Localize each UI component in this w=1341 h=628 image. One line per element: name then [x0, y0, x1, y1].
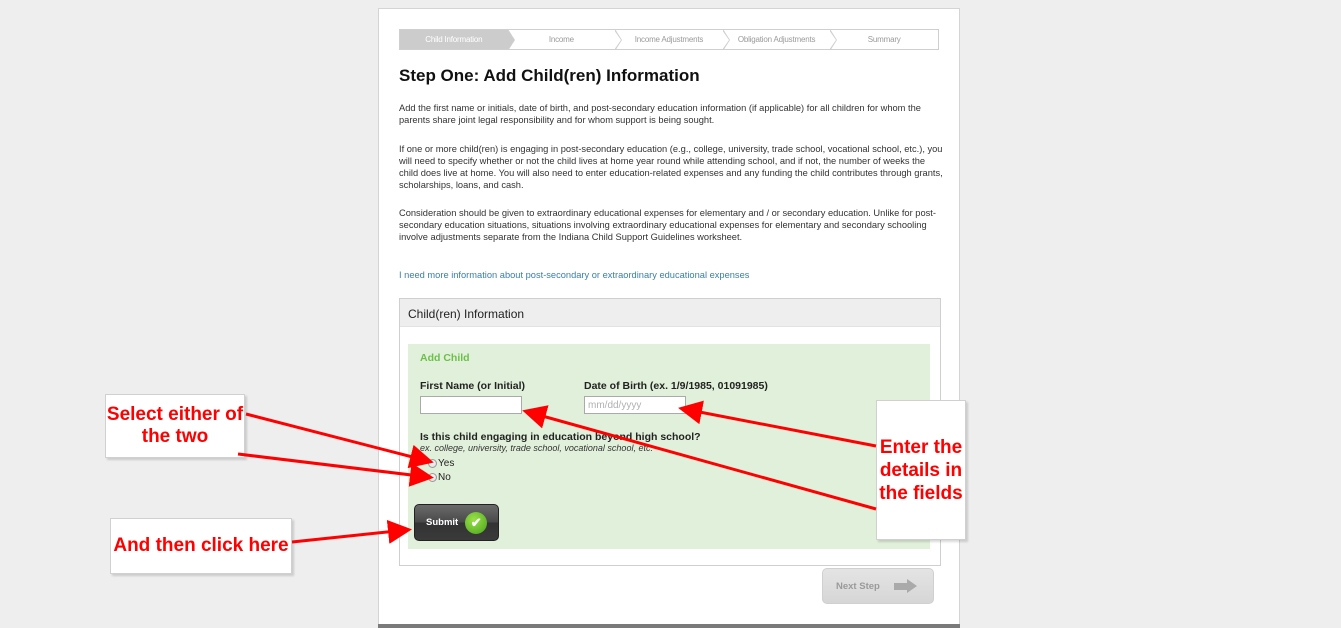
callout-select-radio: Select either of the two — [105, 394, 245, 458]
add-child-heading: Add Child — [420, 352, 470, 364]
step-label: Summary — [867, 35, 901, 44]
education-question-example: ex. college, university, trade school, v… — [420, 443, 653, 453]
radio-yes-label: Yes — [438, 458, 455, 469]
check-icon: ✔ — [465, 511, 488, 534]
intro-paragraph: Add the first name or initials, date of … — [399, 103, 921, 125]
first-name-label: First Name (or Initial) — [420, 380, 526, 392]
next-step-button[interactable]: Next Step — [822, 568, 934, 604]
callout-click-submit: And then click here — [110, 518, 292, 574]
more-info-link[interactable]: I need more information about post-secon… — [399, 270, 749, 280]
dob-label: Date of Birth (ex. 1/9/1985, 01091985) — [584, 380, 768, 392]
step-label: Income Adjustments — [634, 35, 704, 44]
progress-stepper: Child Information Income Income Adjustme… — [399, 29, 939, 50]
step-label: Income — [548, 35, 574, 44]
first-name-input[interactable] — [420, 396, 522, 414]
post-secondary-paragraph: If one or more child(ren) is engaging in… — [399, 144, 943, 190]
extraordinary-expenses-paragraph: Consideration should be given to extraor… — [399, 208, 936, 242]
radio-no[interactable] — [428, 473, 437, 482]
page-bottom-bar — [378, 624, 960, 628]
radio-no-label: No — [438, 472, 451, 483]
main-page: Child Information Income Income Adjustme… — [378, 8, 960, 627]
radio-option-no[interactable]: No — [428, 472, 451, 483]
step-label: Child Information — [425, 35, 483, 44]
step-child-information[interactable]: Child Information — [400, 30, 515, 49]
step-income[interactable]: Income — [508, 30, 623, 49]
step-obligation-adjustments[interactable]: Obligation Adjustments — [723, 30, 838, 49]
step-label: Obligation Adjustments — [737, 35, 816, 44]
next-step-label: Next Step — [836, 580, 880, 592]
dob-input[interactable] — [584, 396, 686, 414]
add-child-form: Add Child First Name (or Initial) Date o… — [408, 344, 930, 549]
radio-option-yes[interactable]: Yes — [428, 458, 454, 469]
submit-button[interactable]: Submit ✔ — [414, 504, 499, 541]
submit-label: Submit — [426, 517, 459, 528]
step-summary[interactable]: Summary — [830, 30, 938, 49]
step-income-adjustments[interactable]: Income Adjustments — [615, 30, 730, 49]
page-title: Step One: Add Child(ren) Information — [399, 66, 700, 85]
panel-title: Child(ren) Information — [400, 299, 940, 327]
arrow-right-icon — [893, 579, 918, 593]
radio-yes[interactable] — [428, 459, 437, 468]
education-question: Is this child engaging in education beyo… — [420, 431, 701, 443]
callout-enter-details: Enter the details in the fields — [876, 400, 966, 540]
children-info-panel: Child(ren) Information Add Child First N… — [399, 298, 941, 566]
